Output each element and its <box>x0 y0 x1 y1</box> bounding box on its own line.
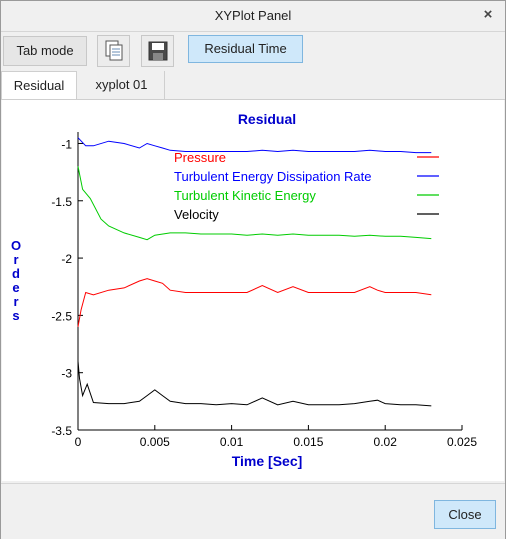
y-axis-label-letter: s <box>12 308 19 323</box>
copy-button[interactable] <box>97 35 130 67</box>
toolbar: Tab mode Residual Time <box>1 32 505 68</box>
window-title: XYPlot Panel <box>214 8 292 23</box>
tab-bar: Residual xyplot 01 <box>1 71 505 100</box>
y-axis-label-letter: e <box>12 280 19 295</box>
copy-icon <box>105 40 123 61</box>
close-icon[interactable]: × <box>479 6 497 24</box>
y-axis-label-letter: O <box>11 238 21 253</box>
legend-entry-label: Velocity <box>174 207 219 222</box>
series-line-1 <box>77 137 432 154</box>
tab-mode-button[interactable]: Tab mode <box>3 36 87 66</box>
close-button[interactable]: Close <box>434 500 496 529</box>
legend-entry-label: Turbulent Kinetic Energy <box>174 188 316 203</box>
y-tick-label: -1 <box>61 137 72 151</box>
chart-title: Residual <box>238 111 296 127</box>
y-tick-label: -3.5 <box>51 424 72 438</box>
y-tick-label: -2 <box>61 252 72 266</box>
x-axis-label: Time [Sec] <box>232 453 303 469</box>
x-tick-label: 0.025 <box>447 435 477 449</box>
y-tick-label: -3 <box>61 367 72 381</box>
y-axis-label: Orders <box>11 238 21 323</box>
x-tick-label: 0.02 <box>374 435 398 449</box>
x-tick-label: 0.01 <box>220 435 244 449</box>
tab-residual[interactable]: Residual <box>1 71 77 99</box>
chart-legend: Pressure Turbulent Energy Dissipation Rat… <box>174 150 439 222</box>
y-axis-label-letter: r <box>13 252 18 267</box>
x-tick-label: 0.015 <box>293 435 323 449</box>
legend-entry-label: Pressure <box>174 150 226 165</box>
tab-xyplot-01[interactable]: xyplot 01 <box>79 71 165 99</box>
title-bar: XYPlot Panel × <box>1 1 505 32</box>
legend-entry-label: Turbulent Energy Dissipation Rate <box>174 169 372 184</box>
series-line-3 <box>77 361 432 407</box>
y-axis-label-letter: d <box>12 266 20 281</box>
save-icon <box>148 41 168 61</box>
y-tick-label: -2.5 <box>51 309 72 323</box>
x-tick-label: 0.005 <box>140 435 170 449</box>
footer: Close <box>1 483 505 539</box>
x-tick-label: 0 <box>75 435 82 449</box>
y-axis-label-letter: r <box>13 294 18 309</box>
residual-chart: Residual Time [Sec] Orders 0 0.005 0.01 0.0… <box>11 111 477 469</box>
plot-area: Residual Time [Sec] Orders 0 0.005 0.01 0.0… <box>2 100 504 481</box>
series-line-0 <box>77 278 432 327</box>
save-button[interactable] <box>141 35 174 67</box>
xyplot-panel-window: XYPlot Panel × Tab mode Residual Time Re… <box>0 0 506 539</box>
y-tick-label: -1.5 <box>51 195 72 209</box>
residual-time-button[interactable]: Residual Time <box>188 35 303 63</box>
